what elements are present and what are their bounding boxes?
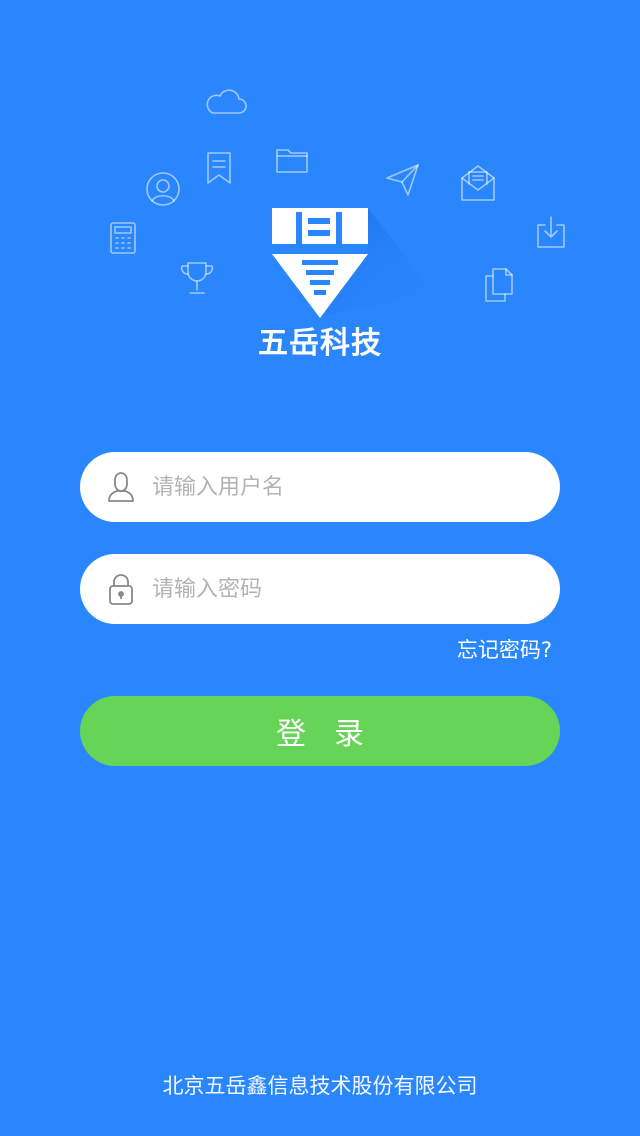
calculator-icon <box>110 222 136 254</box>
company-logo <box>272 208 436 318</box>
password-field[interactable] <box>80 554 560 624</box>
username-field[interactable] <box>80 452 560 522</box>
documents-icon <box>485 268 513 302</box>
cloud-icon <box>206 89 247 114</box>
login-button[interactable]: 登录 <box>80 696 560 766</box>
bookmark-icon <box>207 152 231 184</box>
trophy-icon <box>180 262 214 294</box>
forgot-password-link[interactable]: 忘记密码? <box>457 634 552 664</box>
footer-company-name: 北京五岳鑫信息技术股份有限公司 <box>162 1074 478 1098</box>
brand-name: 五岳科技 <box>258 326 382 361</box>
lock-icon <box>109 574 133 605</box>
envelope-open-icon <box>461 165 495 201</box>
paper-plane-icon <box>386 164 419 196</box>
user-icon <box>108 472 134 502</box>
user-circle-icon <box>146 172 180 206</box>
password-input[interactable] <box>152 554 532 624</box>
username-input[interactable] <box>152 452 532 522</box>
folder-icon <box>276 149 308 173</box>
download-icon <box>537 216 565 248</box>
